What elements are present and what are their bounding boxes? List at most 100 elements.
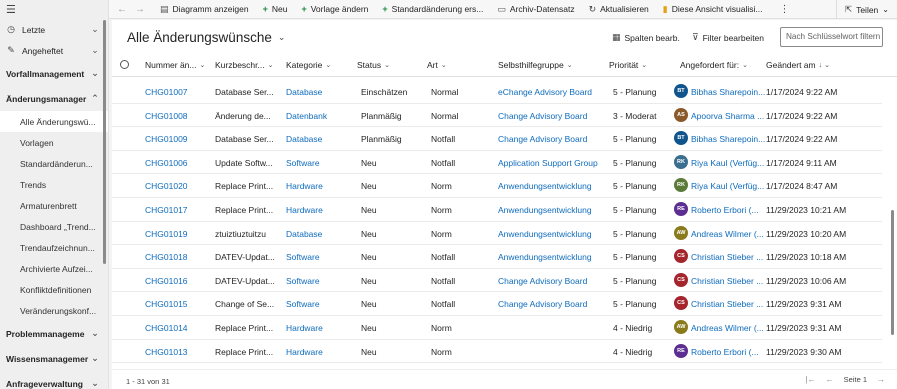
sidebar-group-requests[interactable]: Anfrageverwaltung ⌄ (0, 371, 108, 389)
sidebar-item-change-config[interactable]: Veränderungskonf... (0, 300, 108, 321)
column-header-priority[interactable]: Priorität ⌄ (609, 60, 647, 70)
change-number-link[interactable]: CHG01015 (145, 299, 211, 309)
forward-arrow-icon[interactable]: → (135, 4, 153, 15)
category-link[interactable]: Hardware (286, 205, 352, 215)
visualize-view-button[interactable]: ▮ Diese Ansicht visualisi... (656, 0, 770, 19)
category-link[interactable]: Database (286, 134, 352, 144)
change-number-link[interactable]: CHG01007 (145, 87, 211, 97)
category-link[interactable]: Software (286, 299, 352, 309)
sidebar-group-problem[interactable]: Problemmanageme ⌄ (0, 321, 108, 346)
change-template-button[interactable]: + Vorlage ändern (294, 0, 375, 19)
short-description: ztuiztiuztuitzu (215, 228, 267, 239)
table-row[interactable]: CHG01013 Replace Print... Hardware Neu Norm 4… (112, 340, 882, 364)
category-link[interactable]: Hardware (286, 347, 352, 357)
create-standard-change-button[interactable]: + Standardänderung ers... (375, 0, 490, 19)
column-header-support-group[interactable]: Selbsthilfegruppe ⌄ (498, 60, 573, 70)
table-row[interactable]: CHG01020 Replace Print... Hardware Neu Norm A… (112, 174, 882, 198)
sidebar-group-knowledge[interactable]: Wissensmanagemer ⌄ (0, 346, 108, 371)
sidebar-scrollbar[interactable] (103, 20, 106, 264)
menu-button[interactable]: ☰ (0, 0, 108, 19)
new-button[interactable]: + Neu (256, 0, 295, 19)
category-link[interactable]: Software (286, 276, 352, 286)
column-header-short-description[interactable]: Kurzbeschr... ⌄ (215, 60, 273, 70)
category-link[interactable]: Software (286, 158, 352, 168)
first-page-icon[interactable]: |← (806, 375, 816, 384)
table-row[interactable]: CHG01014 Replace Print... Hardware Neu Norm 4… (112, 316, 882, 340)
chevron-down-icon: ⌄ (641, 62, 648, 69)
change-number-link[interactable]: CHG01019 (145, 229, 211, 239)
support-group-link[interactable]: Change Advisory Board (498, 299, 610, 309)
change-number-link[interactable]: CHG01016 (145, 276, 211, 286)
edit-columns-button[interactable]: ▦ Spalten bearb. (612, 32, 680, 43)
sidebar-item-recent[interactable]: ◷ Letzte ⌄ (0, 19, 108, 40)
archive-record-button[interactable]: ▭ Archiv-Datensatz (490, 0, 581, 19)
table-row[interactable]: CHG01016 DATEV-Updat... Software Neu Notfall… (112, 269, 882, 293)
table-row[interactable]: CHG01007 Database Ser... Database Einschätz… (112, 80, 882, 104)
column-header-modified-on[interactable]: Geändert am ↓ ⌄ (766, 60, 830, 70)
change-number-link[interactable]: CHG01020 (145, 181, 211, 191)
column-header-type[interactable]: Art ⌄ (427, 60, 447, 70)
support-group-link[interactable]: Application Support Group (498, 158, 610, 168)
sidebar-item-standard-changes[interactable]: Standardänderun... (0, 153, 108, 174)
pager: |← ← Seite 1 → (796, 375, 885, 384)
next-page-icon[interactable]: → (877, 375, 885, 384)
change-number-link[interactable]: CHG01009 (145, 134, 211, 144)
support-group-link[interactable]: Change Advisory Board (498, 276, 610, 286)
table-row[interactable]: CHG01009 Database Ser... Database Planmäßig… (112, 127, 882, 151)
edit-filters-button[interactable]: ⊽ Filter bearbeiten (692, 32, 764, 43)
column-header-number[interactable]: Nummer än... ⌄ (145, 60, 205, 70)
show-chart-button[interactable]: ▤ Diagramm anzeigen (153, 0, 256, 19)
change-number-link[interactable]: CHG01018 (145, 252, 211, 262)
column-header-category[interactable]: Kategorie ⌄ (286, 60, 331, 70)
grid-scrollbar[interactable] (891, 210, 894, 335)
chevron-down-icon: ⌄ (267, 62, 274, 69)
support-group-link[interactable]: Change Advisory Board (498, 111, 610, 121)
sidebar-item-all-changes[interactable]: Alle Änderungswü... (0, 111, 108, 132)
support-group-link[interactable]: Anwendungsentwicklung (498, 205, 610, 215)
change-number-link[interactable]: CHG01006 (145, 158, 211, 168)
share-button[interactable]: ⇱ Teilen ⌄ (835, 0, 889, 19)
support-group-link[interactable]: Anwendungsentwicklung (498, 181, 610, 191)
column-header-status[interactable]: Status ⌄ (357, 60, 390, 70)
sidebar-item-templates[interactable]: Vorlagen (0, 132, 108, 153)
table-row[interactable]: CHG01015 Change of Se... Software Neu Notfal… (112, 292, 882, 316)
sidebar-item-conflict-definitions[interactable]: Konfliktdefinitionen (0, 279, 108, 300)
category-link[interactable]: Hardware (286, 323, 352, 333)
category-link[interactable]: Database (286, 87, 352, 97)
table-row[interactable]: CHG01018 DATEV-Updat... Software Neu Notfall… (112, 245, 882, 269)
table-row[interactable]: CHG01017 Replace Print... Hardware Neu Norm A… (112, 198, 882, 222)
change-number-link[interactable]: CHG01013 (145, 347, 211, 357)
back-arrow-icon[interactable]: ← (109, 4, 135, 15)
more-commands-icon[interactable]: ⋮ (769, 4, 800, 15)
change-number-link[interactable]: CHG01014 (145, 323, 211, 333)
category-link[interactable]: Software (286, 252, 352, 262)
table-row[interactable]: CHG01019 ztuiztiuztuitzu Database Neu Norm An… (112, 222, 882, 246)
view-selector[interactable]: Alle Änderungswünsche ⌄ (127, 30, 285, 45)
table-row[interactable]: CHG01008 Änderung de... Datenbank Planmäßig… (112, 104, 882, 128)
sidebar-item-dashboard[interactable]: Armaturenbrett (0, 195, 108, 216)
modified-on-value: 11/29/2023 10:18 AM (766, 252, 847, 263)
support-group-link[interactable]: eChange Advisory Board (498, 87, 610, 97)
category-link[interactable]: Datenbank (286, 111, 352, 121)
support-group-link[interactable]: Anwendungsentwicklung (498, 229, 610, 239)
change-number-link[interactable]: CHG01017 (145, 205, 211, 215)
sidebar-item-archived[interactable]: Archivierte Aufzei... (0, 258, 108, 279)
sidebar-group-change[interactable]: Änderungsmanager ⌃ (0, 86, 108, 111)
column-header-requested-for[interactable]: Angefordert für: ⌄ (680, 60, 748, 70)
sidebar-item-trend-records[interactable]: Trendaufzeichnun... (0, 237, 108, 258)
previous-page-icon[interactable]: ← (826, 375, 834, 384)
sidebar-item-trends[interactable]: Trends (0, 174, 108, 195)
category-link[interactable]: Hardware (286, 181, 352, 191)
change-number-link[interactable]: CHG01008 (145, 111, 211, 121)
support-group-link[interactable]: Anwendungsentwicklung (498, 252, 610, 262)
priority-value: 3 - Moderat (613, 110, 657, 121)
support-group-link[interactable]: Change Advisory Board (498, 134, 610, 144)
sidebar-item-trend-dashboard[interactable]: Dashboard „Trend... (0, 216, 108, 237)
sidebar-item-pinned[interactable]: ✎ Angeheftet ⌄ (0, 40, 108, 61)
table-row[interactable]: CHG01006 Update Softw... Software Neu Notfal… (112, 151, 882, 175)
keyword-filter-input[interactable]: Nach Schlüsselwort filtern (780, 27, 883, 47)
category-link[interactable]: Database (286, 229, 352, 239)
refresh-button[interactable]: ↻ Aktualisieren (582, 0, 656, 19)
sidebar-group-incident[interactable]: Vorfallmanagement ⌄ (0, 61, 108, 86)
select-all-radio[interactable] (120, 60, 129, 69)
